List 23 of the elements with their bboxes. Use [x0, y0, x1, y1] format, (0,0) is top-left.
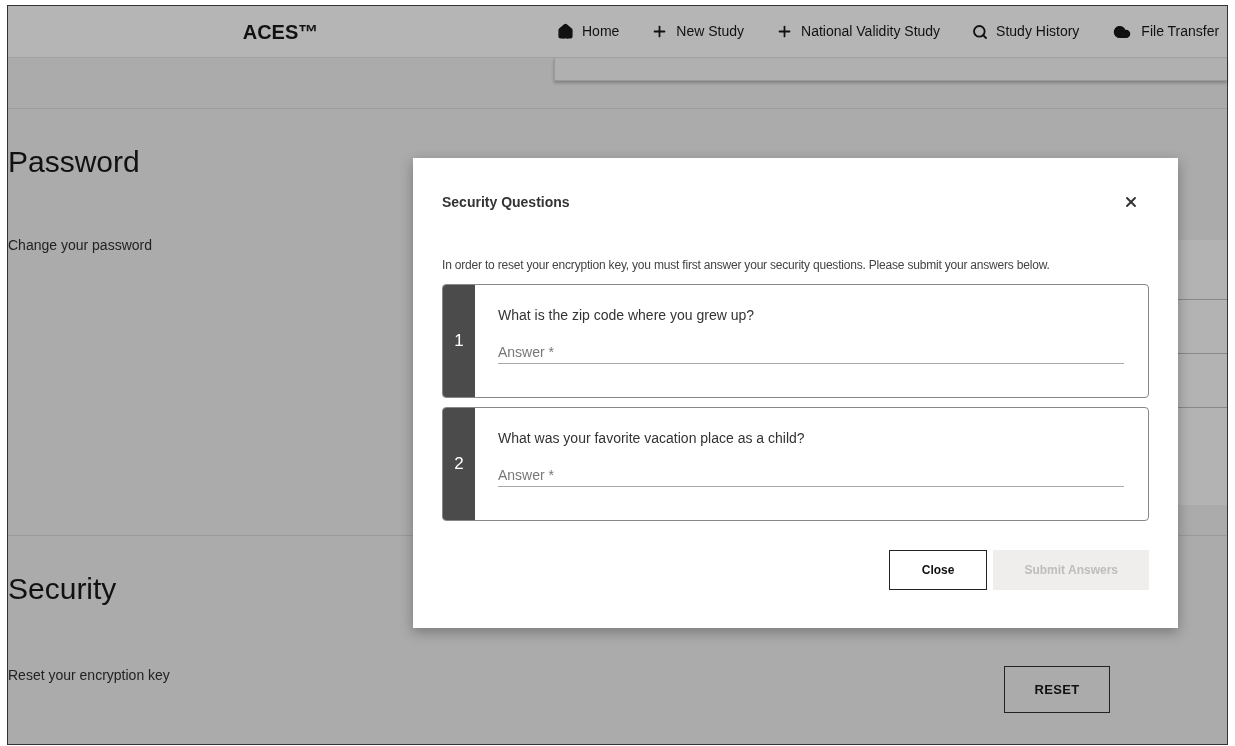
section-heading: Security	[8, 571, 118, 607]
search-icon	[972, 23, 989, 40]
dialog-intro: In order to reset your encryption key, you must first answer your security questions. Please submit your answers below.	[442, 257, 1051, 274]
question-text: What is the zip code where you grew up?	[498, 306, 756, 325]
nav-link[interactable]: National Validity Study	[772, 21, 945, 42]
close-icon[interactable]	[1123, 194, 1139, 210]
question-number: 2	[454, 453, 464, 476]
section-description: Reset your encryption key	[8, 666, 170, 685]
question-number: 1	[454, 330, 464, 353]
section-heading: Password	[8, 144, 141, 180]
home-icon	[557, 23, 574, 40]
question-text: What was your favorite vacation place as a child?	[498, 429, 806, 448]
nav-link[interactable]: New Study	[647, 21, 749, 42]
answer-field[interactable]: Answer *	[498, 340, 1124, 364]
reset-button[interactable]: RESET	[1004, 666, 1110, 713]
nav-link[interactable]: Home	[553, 21, 624, 42]
nav-link[interactable]: Study History	[968, 21, 1084, 42]
app-title: ACES™	[242, 19, 319, 45]
section-description: Change your password	[8, 236, 152, 255]
nav-link[interactable]: File Transfer	[1107, 21, 1224, 42]
close-button[interactable]: Close	[888, 550, 988, 590]
answer-field[interactable]: Answer *	[498, 463, 1124, 487]
dialog-title: Security Questions	[442, 192, 570, 212]
